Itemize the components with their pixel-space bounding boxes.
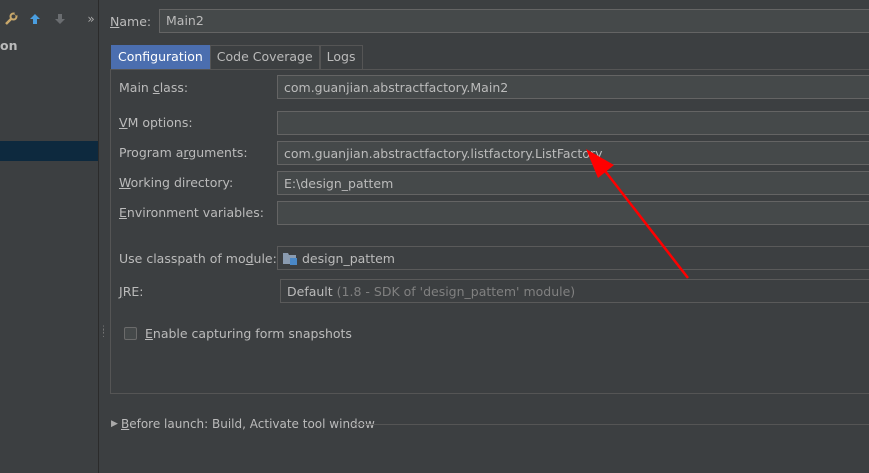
before-launch-label[interactable]: Before launch: Build, Activate tool wind… bbox=[121, 417, 375, 431]
module-folder-icon bbox=[283, 252, 298, 268]
expand-arrow-icon[interactable]: ▶ bbox=[111, 419, 118, 429]
name-label: Name: bbox=[110, 14, 152, 29]
classpath-module-label: Use classpath of module: bbox=[119, 251, 277, 266]
wrench-icon[interactable] bbox=[2, 8, 20, 30]
tab-code-coverage[interactable]: Code Coverage bbox=[209, 45, 320, 69]
splitter-grip[interactable]: ⋮ ⋮ bbox=[99, 326, 108, 344]
annotation-arrow-icon bbox=[586, 149, 689, 279]
arrow-down-icon[interactable] bbox=[51, 8, 69, 30]
jre-hint: (1.8 - SDK of 'design_pattem' module) bbox=[336, 284, 576, 299]
main-class-input[interactable]: com.guanjian.abstractfactory.Main2 bbox=[277, 75, 869, 99]
tab-bar: Configuration Code Coverage Logs bbox=[111, 45, 363, 69]
vm-options-input[interactable] bbox=[277, 111, 869, 135]
arrow-up-icon[interactable] bbox=[26, 8, 44, 30]
tree-selected-row[interactable] bbox=[0, 141, 98, 161]
name-input[interactable]: Main2 bbox=[159, 9, 869, 33]
vm-options-label: VM options: bbox=[119, 115, 193, 130]
chevron-double-right-icon[interactable]: » bbox=[82, 8, 100, 30]
tab-logs[interactable]: Logs bbox=[319, 45, 363, 69]
working-directory-label: Working directory: bbox=[119, 175, 234, 190]
enable-snapshots-checkbox[interactable] bbox=[124, 327, 137, 340]
jre-label: JRE: bbox=[119, 284, 144, 299]
program-arguments-label: Program arguments: bbox=[119, 145, 248, 160]
classpath-module-value: design_pattem bbox=[302, 251, 395, 266]
left-panel bbox=[0, 0, 99, 473]
main-class-label: Main class: bbox=[119, 80, 189, 95]
tree-node-label[interactable]: on bbox=[0, 38, 18, 53]
enable-snapshots-label[interactable]: Enable capturing form snapshots bbox=[145, 326, 352, 341]
left-toolbar: » bbox=[0, 8, 98, 30]
tab-configuration[interactable]: Configuration bbox=[111, 45, 210, 69]
separator-line bbox=[352, 424, 869, 425]
environment-variables-label: Environment variables: bbox=[119, 205, 264, 220]
jre-value: Default bbox=[287, 284, 333, 299]
